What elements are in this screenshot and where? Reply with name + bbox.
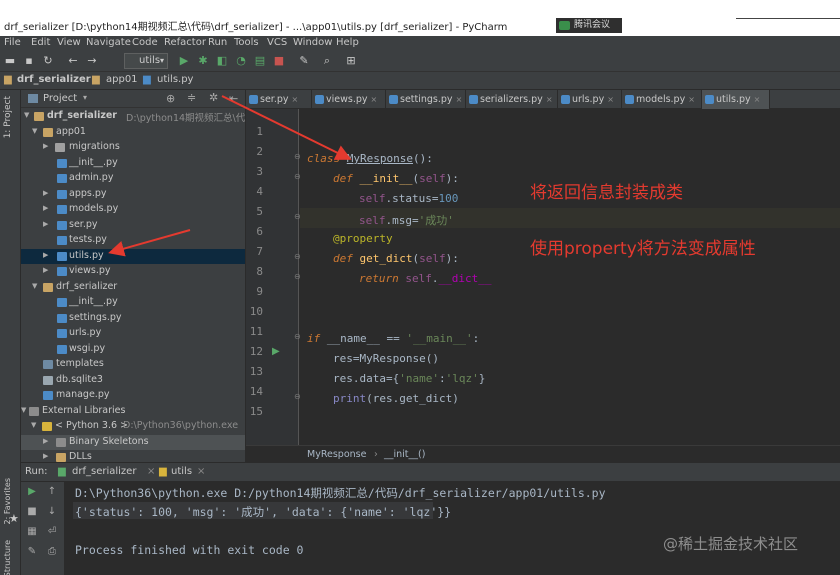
stop-icon[interactable]: ■ <box>25 506 39 517</box>
watermark: @稀土掘金技术社区 <box>663 535 799 553</box>
run-console[interactable]: D:\Python36\python.exe D:/python14期视频汇总/… <box>65 482 840 575</box>
console-command-line: D:\Python36\python.exe D:/python14期视频汇总/… <box>75 486 606 500</box>
annotation-arrow <box>221 95 352 160</box>
rerun-icon[interactable]: ▶ <box>25 486 39 497</box>
print-icon[interactable]: ⎙ <box>45 546 59 557</box>
annotation-arrow <box>108 229 191 257</box>
structure-tool-tab[interactable]: Structure <box>3 540 12 575</box>
soft-wrap-icon[interactable]: ⏎ <box>45 526 59 537</box>
python-run-icon: ▆ <box>159 466 167 477</box>
star-icon[interactable]: ★ <box>9 512 19 525</box>
run-label: Run: <box>25 466 48 477</box>
console-exit-line: Process finished with exit code 0 <box>75 543 304 557</box>
run-panel-header: Run: ▆ drf_serializer × ▆ utils × <box>21 462 840 482</box>
run-tab-utils[interactable]: utils <box>171 466 192 477</box>
console-output-line: {'status': 100, 'msg': '成功', 'data': {'n… <box>75 505 452 519</box>
down-arrow-icon[interactable]: ↓ <box>45 506 59 517</box>
pin-icon[interactable]: ✎ <box>25 546 39 557</box>
close-icon[interactable]: × <box>197 466 205 477</box>
python-run-icon: ▆ <box>58 466 66 477</box>
up-arrow-icon[interactable]: ↑ <box>45 486 59 497</box>
run-tab-drf[interactable]: drf_serializer <box>72 466 136 477</box>
layout-icon[interactable]: ▦ <box>25 526 39 537</box>
close-icon[interactable]: × <box>147 466 155 477</box>
run-toolbar: ▶ ↑ ■ ↓ ▦ ⏎ ✎ ⎙ <box>21 482 65 575</box>
